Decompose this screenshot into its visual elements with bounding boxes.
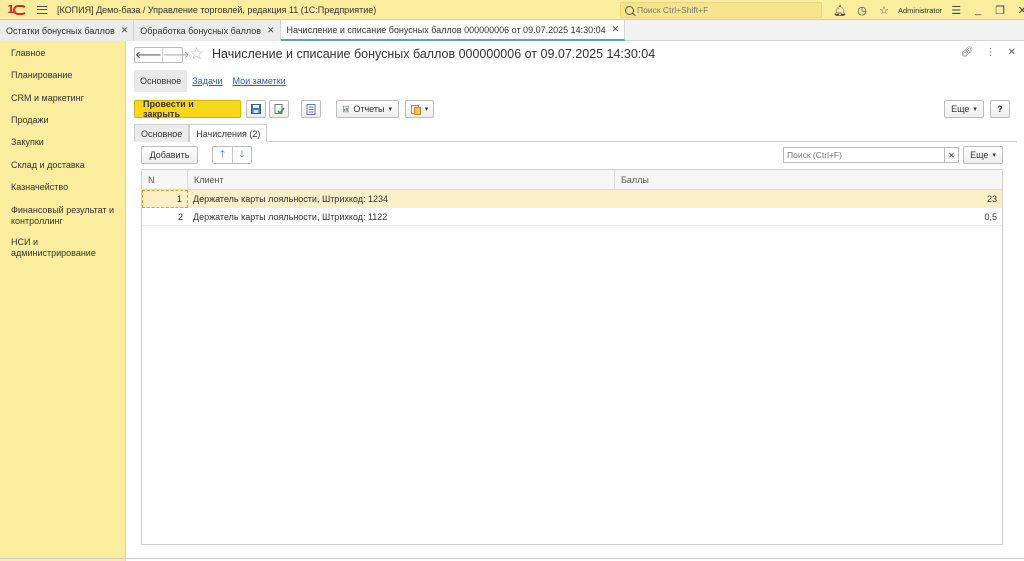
close-icon[interactable]: ✕ (612, 24, 620, 35)
form-subnav: Основное Задачи Мои заметки (134, 70, 291, 92)
help-button[interactable]: ? (990, 100, 1010, 118)
cell-points[interactable]: 23 (615, 190, 1002, 208)
tab-accruals[interactable]: Начисления (2) (189, 124, 268, 142)
form-tabs: Основное Начисления (2) (134, 124, 268, 142)
sidebar-item-main[interactable]: Главное (0, 48, 120, 59)
app-title: [КОПИЯ] Демо-база / Управление торговлей… (57, 4, 377, 15)
more-vertical-icon[interactable]: ⋮ (986, 47, 996, 58)
table-more-button[interactable]: Еще ▾ (963, 146, 1003, 164)
subnav-notes[interactable]: Мои заметки (227, 70, 290, 92)
column-header-client[interactable]: Клиент (188, 170, 615, 190)
table-row[interactable]: 1 Держатель карты лояльности, Штрихкод: … (142, 190, 1002, 208)
close-form-icon[interactable]: ✕ (1008, 47, 1016, 58)
window-tab-bonus-processing[interactable]: Обработка бонусных баллов ✕ (134, 20, 281, 41)
column-header-points[interactable]: Баллы (615, 170, 1002, 190)
add-row-button[interactable]: Добавить (141, 146, 198, 164)
back-arrow-icon[interactable]: 🡐 (135, 48, 162, 62)
reports-label: Отчеты (353, 104, 385, 114)
move-up-icon[interactable]: 🡑 (213, 147, 232, 163)
close-icon[interactable]: ✕ (267, 25, 275, 36)
sidebar-item-warehouse[interactable]: Склад и доставка (0, 160, 120, 171)
chevron-down-icon: ▾ (973, 106, 977, 113)
chevron-down-icon: ▾ (424, 106, 429, 113)
sidebar-item-planning[interactable]: Планирование (0, 70, 120, 81)
more-label: Еще (951, 104, 970, 114)
star-icon[interactable]: ☆ (876, 2, 892, 18)
table-toolbar: Добавить 🡑 🡓 (141, 146, 252, 164)
report-icon (343, 105, 350, 113)
journal-icon (306, 103, 316, 115)
cell-n[interactable]: 2 (142, 208, 188, 226)
forward-arrow-icon[interactable]: 🡒 (161, 48, 190, 62)
cell-client[interactable]: Держатель карты лояльности, Штрихкод: 12… (188, 190, 615, 208)
sidebar: Главное Планирование CRM и маркетинг Про… (0, 41, 126, 561)
document-form: 🡐 🡒 ☆ Начисление и списание бонусных бал… (127, 41, 1024, 561)
chevron-down-icon: ▾ (992, 152, 996, 159)
table-search-input[interactable] (784, 150, 944, 160)
history-icon[interactable]: ◷ (854, 2, 870, 18)
sidebar-item-sales[interactable]: Продажи (0, 115, 120, 126)
move-down-icon[interactable]: 🡓 (232, 147, 251, 163)
column-header-n[interactable]: N (142, 170, 188, 190)
row-move-buttons: 🡑 🡓 (212, 146, 252, 164)
main-menu-icon[interactable] (37, 5, 47, 14)
global-search-input[interactable] (637, 5, 807, 15)
window-tab-bonus-balances[interactable]: Остатки бонусных баллов ✕ (0, 20, 135, 41)
logo-1c-icon[interactable]: 1 (7, 3, 29, 17)
window-tab-label: Обработка бонусных баллов (140, 25, 261, 36)
cell-points[interactable]: 0,5 (615, 208, 1002, 226)
bell-icon[interactable]: 🔔︎ (832, 2, 848, 18)
cell-client[interactable]: Держатель карты лояльности, Штрихкод: 11… (188, 208, 615, 226)
sidebar-item-finance[interactable]: Финансовый результат и контроллинг (0, 205, 120, 227)
document-journal-button[interactable] (301, 100, 321, 118)
tab-main[interactable]: Основное (134, 124, 190, 142)
window-tabs: Остатки бонусных баллов ✕ Обработка бонус… (0, 20, 1024, 41)
cell-n[interactable]: 1 (142, 190, 188, 208)
save-button[interactable] (246, 100, 266, 118)
status-divider (0, 558, 1024, 559)
subnav-tasks[interactable]: Задачи (187, 70, 227, 92)
sidebar-item-nsi[interactable]: НСИ и администрирование (0, 237, 120, 259)
page-title: Начисление и списание бонусных баллов 00… (212, 47, 656, 61)
create-based-on-button[interactable]: ▾ (405, 100, 434, 118)
subnav-main[interactable]: Основное (134, 70, 188, 92)
table-search[interactable]: ✕ (783, 147, 959, 163)
favorite-star-icon[interactable]: ☆ (189, 44, 204, 64)
minimize-icon[interactable]: _ (970, 2, 986, 18)
sidebar-item-crm[interactable]: CRM и маркетинг (0, 93, 120, 104)
table-header: N Клиент Баллы (142, 170, 1002, 190)
reports-dropdown[interactable]: Отчеты ▾ (336, 100, 399, 118)
link-icon[interactable]: 🔗︎ (961, 47, 974, 58)
sidebar-item-treasury[interactable]: Казначейство (0, 182, 120, 193)
restore-icon[interactable]: ❐ (992, 2, 1008, 18)
post-document-icon (274, 103, 285, 114)
more-button[interactable]: Еще ▾ (944, 100, 984, 118)
sidebar-item-purchases[interactable]: Закупки (0, 137, 120, 148)
search-icon (625, 5, 634, 15)
close-icon[interactable]: ✕ (121, 25, 129, 36)
form-toolbar: Провести и закрыть Отчеты ▾ ▾ (134, 99, 434, 119)
title-bar: 1 [КОПИЯ] Демо-база / Управление торговл… (0, 0, 1024, 20)
window-tab-bonus-document[interactable]: Начисление и списание бонусных баллов 00… (280, 20, 626, 41)
user-name[interactable]: Administrator (898, 6, 942, 15)
table-row[interactable]: 2 Держатель карты лояльности, Штрихкод: … (142, 208, 1002, 226)
table-more-label: Еще (970, 150, 989, 160)
global-search[interactable] (620, 2, 822, 18)
create-based-icon (410, 104, 421, 115)
clear-search-icon[interactable]: ✕ (944, 148, 958, 162)
window-tab-label: Начисление и списание бонусных баллов 00… (286, 24, 606, 35)
window-tab-label: Остатки бонусных баллов (6, 25, 115, 36)
settings-menu-icon[interactable]: ☰ (948, 2, 964, 18)
post-button[interactable] (269, 100, 289, 118)
post-and-close-button[interactable]: Провести и закрыть (134, 99, 241, 119)
close-window-icon[interactable]: ✕ (1014, 2, 1024, 18)
chevron-down-icon: ▾ (388, 106, 392, 113)
nav-arrows: 🡐 🡒 (134, 47, 190, 63)
save-icon (251, 104, 261, 114)
accruals-table: N Клиент Баллы 1 Держатель карты лояльно… (141, 169, 1003, 545)
